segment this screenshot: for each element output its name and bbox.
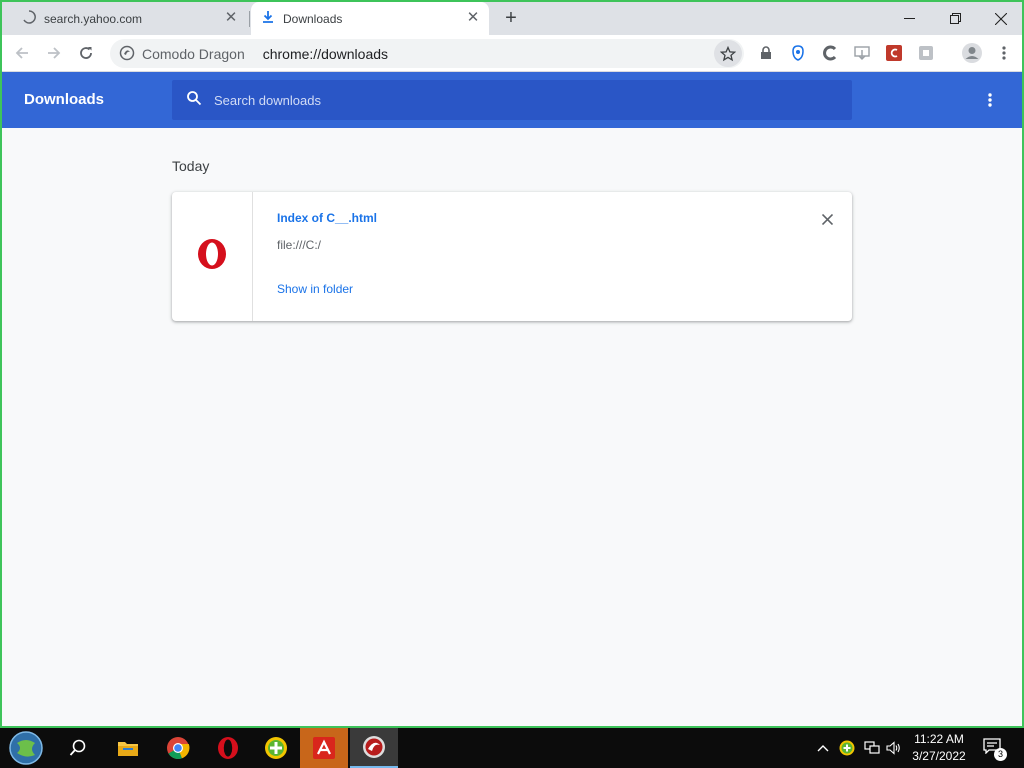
date-section-label: Today: [172, 158, 210, 174]
clock-time: 11:22 AM: [914, 732, 964, 746]
show-hidden-icons-icon[interactable]: [814, 728, 832, 768]
tab-label: search.yahoo.com: [44, 11, 143, 26]
new-tab-button[interactable]: +: [500, 8, 522, 30]
start-button[interactable]: [2, 728, 50, 768]
notification-badge: 3: [994, 748, 1007, 761]
restore-button[interactable]: [932, 2, 978, 35]
file-source-url: file:///C:/: [277, 238, 322, 252]
bookmark-star-button[interactable]: [714, 40, 742, 67]
minimize-button[interactable]: [886, 2, 932, 35]
red-c-extension-icon[interactable]: [884, 43, 904, 63]
back-button[interactable]: [8, 39, 36, 67]
profile-avatar[interactable]: [960, 41, 984, 65]
browser-toolbar: Comodo Dragon chrome://downloads: [2, 35, 1022, 72]
comodo-c-extension-icon[interactable]: [820, 43, 840, 63]
reload-button[interactable]: [72, 39, 100, 67]
file-explorer-icon[interactable]: [104, 728, 152, 768]
chrome-icon[interactable]: [154, 728, 202, 768]
tray-plus-icon[interactable]: [838, 728, 856, 768]
lock-extension-icon[interactable]: [756, 43, 776, 63]
close-tab-icon[interactable]: ✕: [223, 10, 239, 26]
close-tab-icon[interactable]: ✕: [465, 10, 481, 26]
action-center-icon[interactable]: 3: [980, 728, 1008, 768]
tab-downloads[interactable]: Downloads ✕: [251, 2, 489, 35]
shield-extension-icon[interactable]: [788, 43, 808, 63]
download-icon: [261, 10, 275, 27]
volume-icon[interactable]: [884, 728, 904, 768]
tab-strip: search.yahoo.com ✕ Downloads ✕ +: [2, 2, 1022, 35]
address-bar[interactable]: Comodo Dragon chrome://downloads: [110, 39, 744, 68]
network-icon[interactable]: [862, 728, 882, 768]
download-item: Index of C__.html file:///C:/ Show in fo…: [172, 192, 852, 321]
file-icon-column: [172, 192, 253, 321]
opera-icon[interactable]: [204, 728, 252, 768]
clock-date: 3/27/2022: [912, 749, 966, 763]
tab-divider: [249, 11, 250, 27]
browser-menu-icon[interactable]: [994, 43, 1014, 63]
page-title: Downloads: [24, 91, 105, 108]
tab-label: Downloads: [283, 11, 343, 26]
comodo-dragon-icon: [119, 45, 135, 66]
download-extension-icon[interactable]: [852, 43, 872, 63]
search-box[interactable]: [172, 80, 852, 120]
taskbar: 11:22 AM 3/27/2022 3: [0, 728, 1024, 768]
more-actions-icon[interactable]: [980, 90, 1000, 110]
loading-spinner-icon: [22, 10, 36, 27]
system-clock[interactable]: 11:22 AM 3/27/2022: [906, 731, 972, 765]
browser-window: search.yahoo.com ✕ Downloads ✕ + Comodo …: [0, 0, 1024, 728]
file-name-link[interactable]: Index of C__.html: [277, 211, 377, 225]
search-icon: [186, 90, 202, 111]
tab-yahoo[interactable]: search.yahoo.com ✕: [2, 2, 247, 35]
search-icon[interactable]: [54, 728, 102, 768]
puzzle-extension-icon[interactable]: [916, 43, 936, 63]
comodo-dragon-icon[interactable]: [350, 728, 398, 768]
search-input[interactable]: [214, 92, 814, 108]
remove-item-icon[interactable]: [818, 210, 836, 228]
opera-icon: [196, 238, 228, 275]
omnibox-brand: Comodo Dragon: [142, 45, 245, 62]
show-in-folder-link[interactable]: Show in folder: [277, 282, 353, 296]
plus-app-icon[interactable]: [252, 728, 300, 768]
omnibox-url[interactable]: chrome://downloads: [263, 46, 388, 62]
avira-icon[interactable]: [300, 728, 348, 768]
forward-button[interactable]: [40, 39, 68, 67]
downloads-header: Downloads: [2, 72, 1022, 128]
close-window-button[interactable]: [978, 2, 1022, 35]
